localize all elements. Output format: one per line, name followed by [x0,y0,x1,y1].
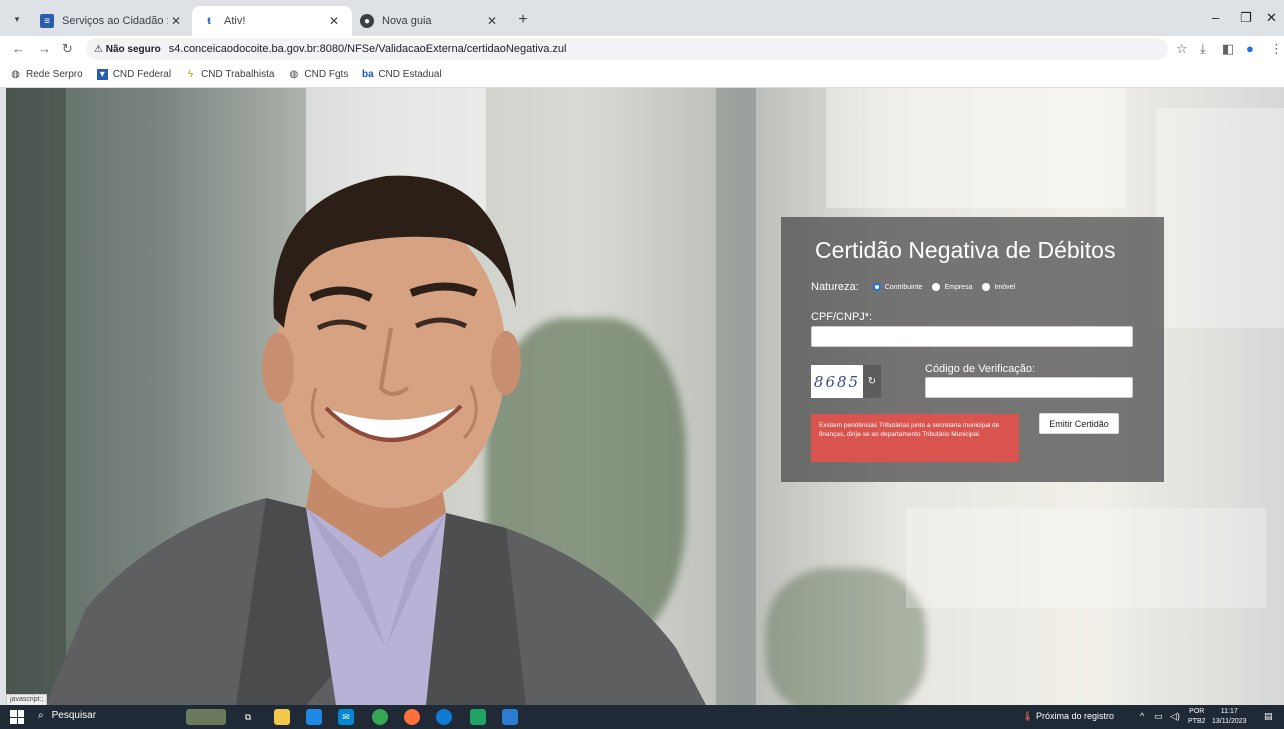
bg-plant [766,568,926,705]
bookmarks-bar: ◍ Rede Serpro ▾ CND Federal ϟ CND Trabal… [0,62,1284,88]
windows-start-icon[interactable] [10,710,24,724]
close-icon[interactable]: ✕ [326,14,342,28]
security-warning[interactable]: ⚠ Não seguro [94,44,161,55]
firefox-icon[interactable] [404,709,420,725]
restore-icon[interactable]: ❐ [1240,10,1252,26]
shield-icon: ▾ [96,69,108,80]
globe-icon: ◍ [289,69,299,80]
bookmark-cnd-trabalhista[interactable]: ϟ CND Trabalhista [185,69,275,80]
bookmark-cnd-estadual[interactable]: ba CND Estadual [362,69,442,80]
close-icon[interactable]: ✕ [484,14,500,28]
volume-icon[interactable]: ◁) [1170,711,1180,722]
url-text: s4.conceicaodocoite.ba.gov.br:8080/NFSe/… [168,43,567,55]
language-indicator[interactable]: POR PTB2 [1188,707,1206,727]
captcha-image: 8685 [811,365,863,398]
natureza-label: Natureza: [811,281,859,293]
cpf-label: CPF/CNPJ*: [811,311,873,323]
minimize-icon[interactable]: – [1212,10,1219,25]
clock[interactable]: 11:17 13/11/2023 [1212,707,1247,727]
thermometer-icon: 🌡 [1022,711,1034,721]
close-icon[interactable]: ✕ [168,14,184,28]
taskbar-widget-icon[interactable] [186,709,226,725]
doc-icon: ≡ [40,14,54,28]
address-bar[interactable]: ⚠ Não seguro s4.conceicaodocoite.ba.gov.… [86,38,1168,60]
bookmark-rede-serpro[interactable]: ◍ Rede Serpro [10,69,83,80]
tab-strip: ▾ ≡ Serviços ao Cidadão : Prefeitura ✕ ŧ… [0,0,1284,36]
form-title: Certidão Negativa de Débitos [815,237,1116,263]
tab-title: Nova guia [382,15,432,27]
menu-icon[interactable]: ⋮ [1270,41,1283,57]
mail-icon[interactable]: ✉ [338,709,354,725]
cpf-cnpj-input[interactable] [811,326,1133,347]
man-photo [46,175,706,705]
windows-taskbar: ⌕ Pesquisar ⧉ ✉ 🌡 Próxima do registro ^ … [0,705,1284,729]
codigo-label: Código de Verificação: [925,363,1036,375]
natureza-group: Natureza: Contribuinte Empresa Imóvel [811,281,1025,293]
tab-title: Ativ! [224,15,246,27]
bg-window [1156,108,1284,328]
store-icon[interactable] [306,709,322,725]
bahia-icon: ba [362,69,374,80]
t-icon: ŧ [207,15,211,27]
edge-icon[interactable] [436,709,452,725]
tab-servicos[interactable]: ≡ Serviços ao Cidadão : Prefeitura ✕ [30,6,194,36]
globe-icon: ◍ [11,69,20,80]
close-window-icon[interactable]: ✕ [1266,10,1277,26]
radio-icon [932,283,941,291]
emitir-certidao-button[interactable]: Emitir Certidão [1039,413,1119,434]
tab-ativ[interactable]: ŧ Ativ! ✕ [192,6,352,36]
bg-window [906,508,1266,608]
profile-icon[interactable]: ● [1246,41,1254,56]
certidao-form-panel: Certidão Negativa de Débitos Natureza: C… [781,217,1164,482]
sidepanel-icon[interactable]: ◧ [1222,41,1234,57]
radio-selected-icon [872,283,881,291]
back-icon[interactable]: ← [12,41,25,56]
browser-toolbar: ← → ↻ ⚠ Não seguro s4.conceicaodocoite.b… [0,36,1284,62]
chrome-icon[interactable] [372,709,388,725]
tab-search-icon[interactable]: ▾ [8,10,26,28]
tray-chevron-icon[interactable]: ^ [1140,711,1144,721]
task-view-icon[interactable]: ⧉ [240,709,256,725]
bg-window [826,88,1126,208]
page-viewport: Certidão Negativa de Débitos Natureza: C… [6,88,1284,705]
warning-icon: ⚠ [94,43,103,55]
codigo-verificacao-input[interactable] [925,377,1133,398]
file-explorer-icon[interactable] [274,709,290,725]
notification-icon[interactable]: ▤ [1264,711,1273,722]
bookmark-cnd-federal[interactable]: ▾ CND Federal [96,69,171,80]
word-icon[interactable] [502,709,518,725]
tab-title: Serviços ao Cidadão : Prefeitura [62,15,168,27]
globe-icon: ● [360,14,374,28]
weather-widget[interactable]: 🌡 Próxima do registro [1022,711,1114,722]
error-message: Existem pendências Tributárias junto a s… [811,414,1019,462]
radio-empresa[interactable]: Empresa [932,283,972,291]
forward-icon[interactable]: → [38,41,51,56]
tab-nova-guia[interactable]: ● Nova guia ✕ [350,6,510,36]
radio-icon [982,283,991,291]
search-icon: ⌕ [38,710,44,721]
radio-contribuinte[interactable]: Contribuinte [872,283,922,291]
download-icon[interactable]: ⤓ [1200,41,1206,57]
scales-icon: ϟ [187,69,194,80]
taskbar-search[interactable]: ⌕ Pesquisar [38,710,96,721]
excel-icon[interactable] [470,709,486,725]
refresh-captcha-icon[interactable]: ↻ [863,365,881,398]
network-icon[interactable]: ▭ [1154,711,1163,722]
bookmark-cnd-fgts[interactable]: ◍ CND Fgts [288,69,349,80]
star-icon[interactable]: ☆ [1176,41,1188,57]
radio-imovel[interactable]: Imóvel [982,283,1015,291]
new-tab-button[interactable]: + [514,11,532,29]
reload-icon[interactable]: ↻ [62,41,73,57]
